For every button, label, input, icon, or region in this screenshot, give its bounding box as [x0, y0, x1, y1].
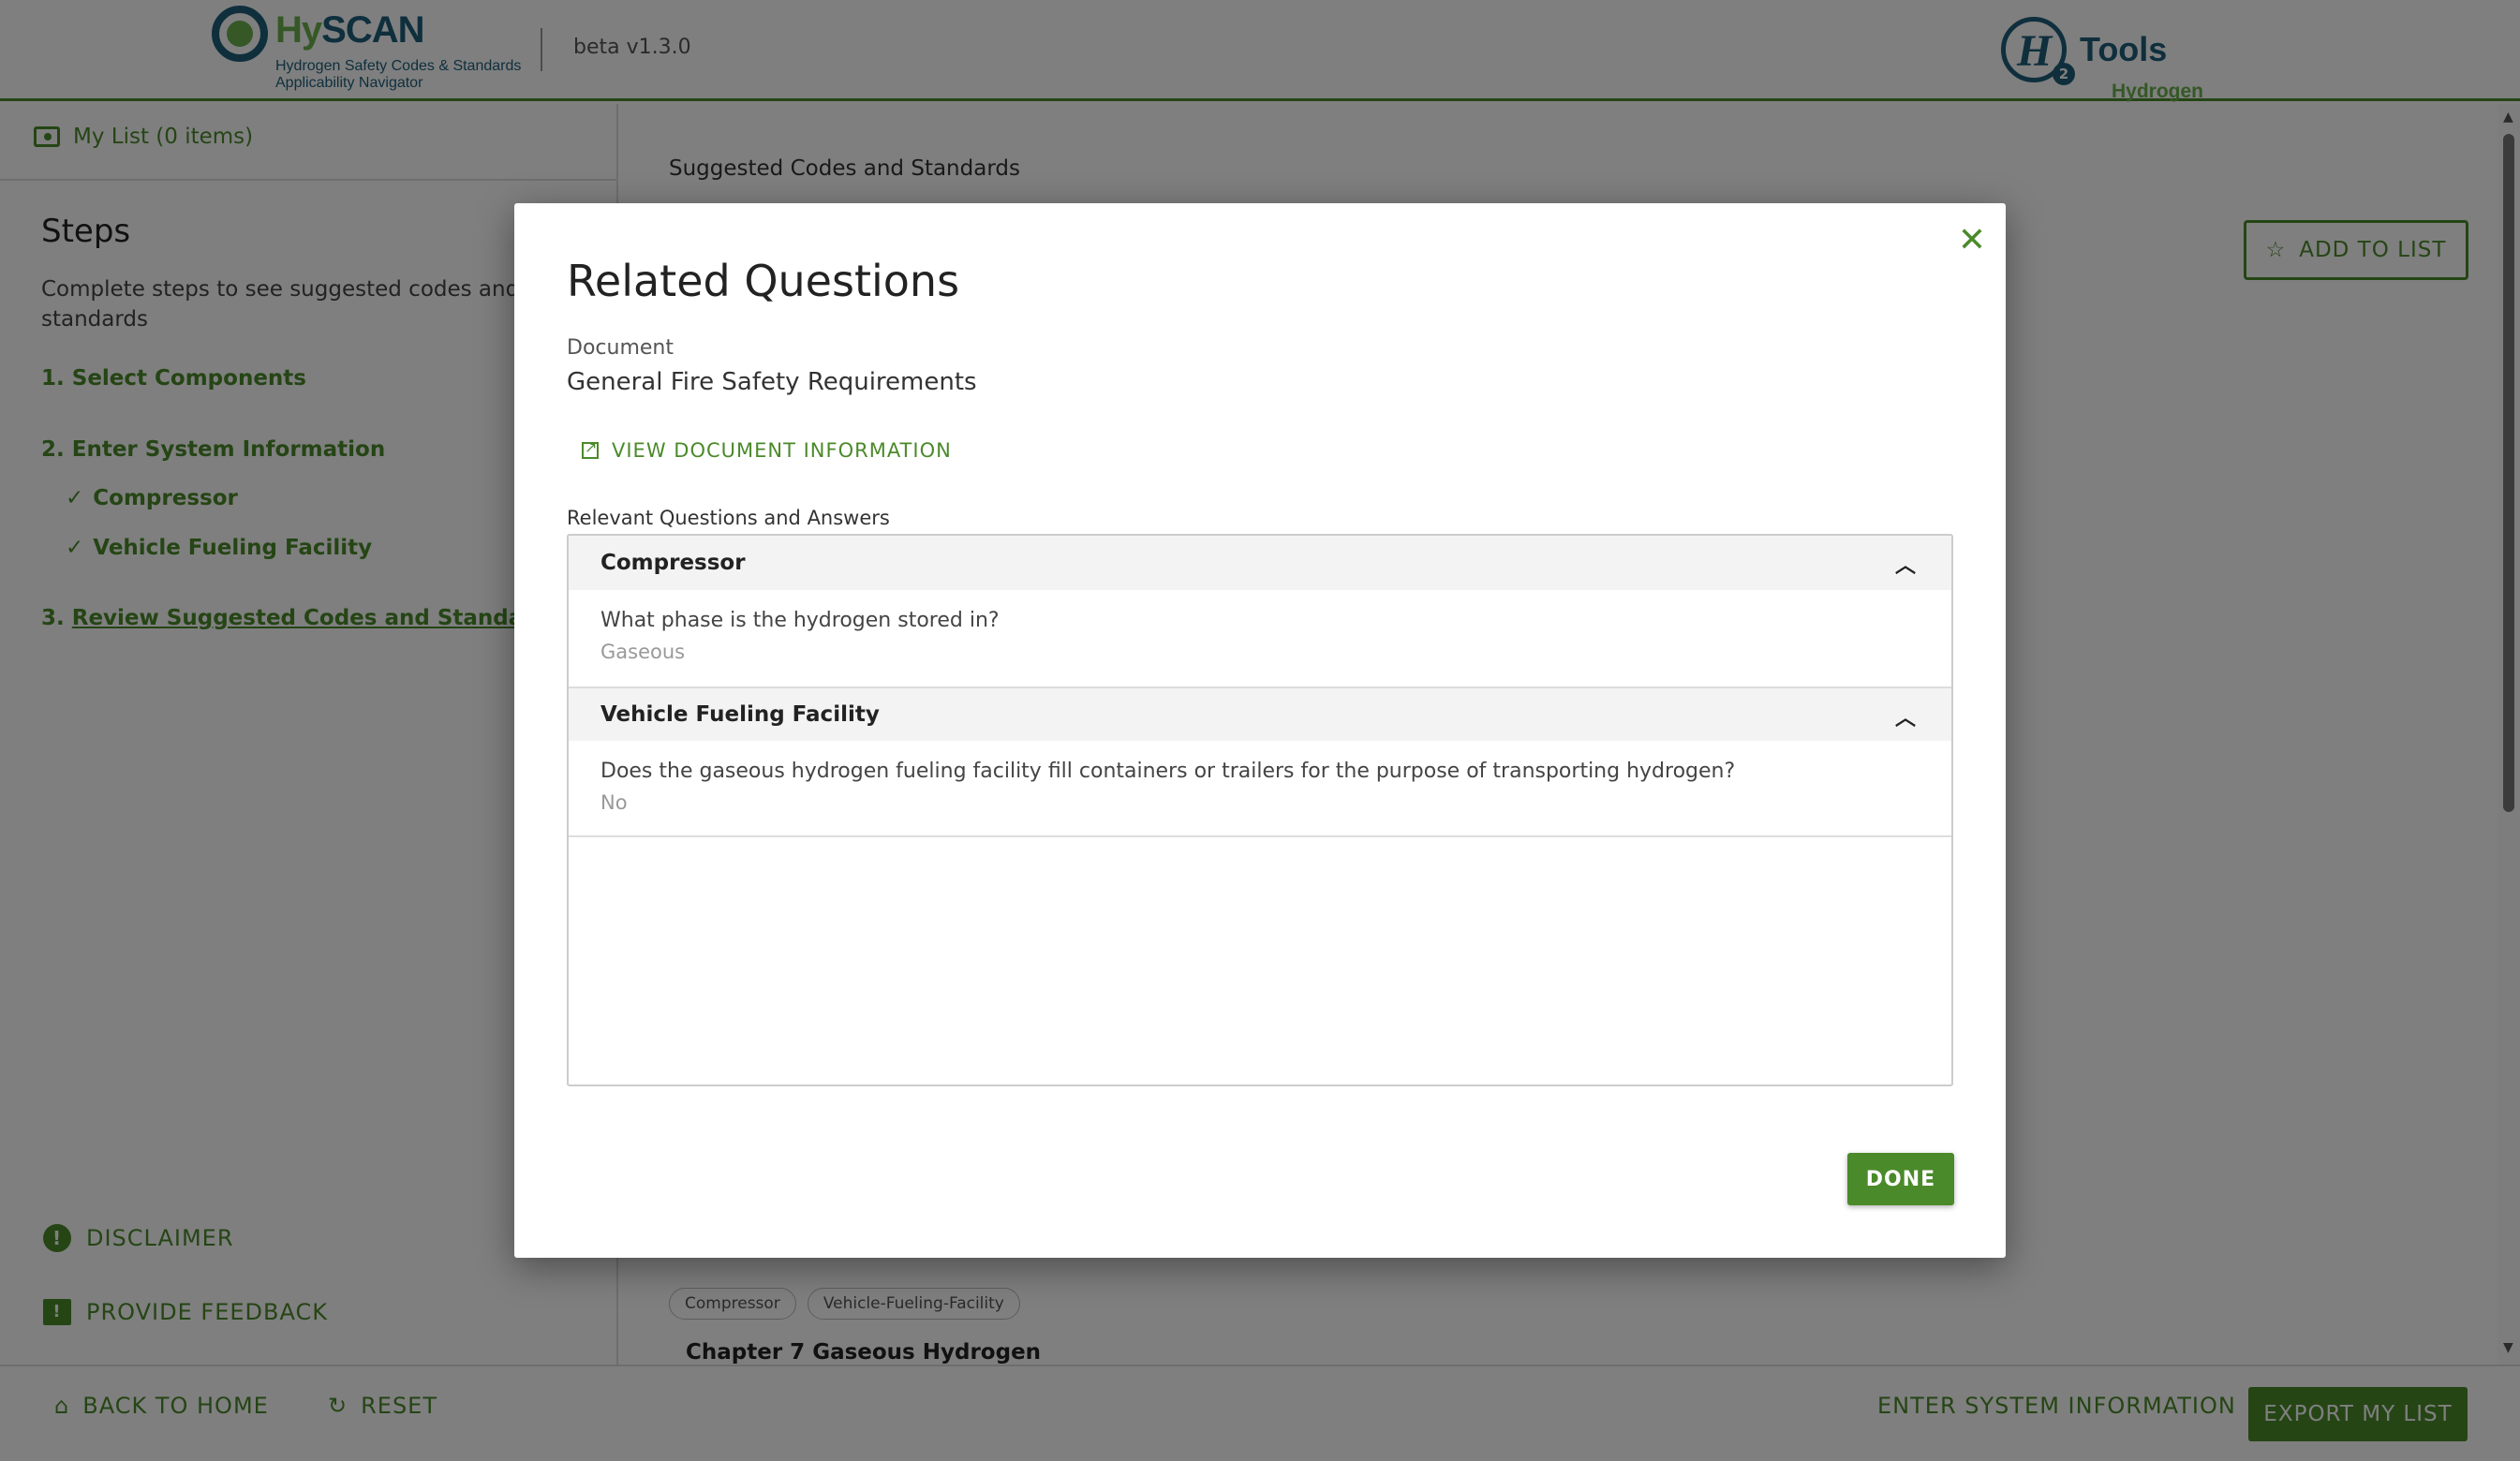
- question-text: What phase is the hydrogen stored in?: [600, 609, 1000, 632]
- view-document-info-link[interactable]: VIEW DOCUMENT INFORMATION: [582, 438, 952, 462]
- view-document-info-label: VIEW DOCUMENT INFORMATION: [612, 439, 952, 462]
- accordion-vehicle-fueling-title: Vehicle Fueling Facility: [600, 702, 880, 727]
- answer-text: No: [600, 791, 628, 814]
- accordion-vehicle-fueling[interactable]: Vehicle Fueling Facility ︿: [569, 686, 1951, 741]
- accordion-vehicle-fueling-body: Does the gaseous hydrogen fueling facili…: [569, 741, 1951, 837]
- done-button[interactable]: DONE: [1847, 1153, 1954, 1205]
- close-icon[interactable]: ✕: [1953, 222, 1991, 259]
- external-link-icon: [582, 438, 599, 459]
- accordion-compressor-body: What phase is the hydrogen stored in? Ga…: [569, 590, 1951, 686]
- document-label: Document: [567, 336, 674, 360]
- chevron-up-icon[interactable]: ︿: [1895, 549, 1916, 579]
- related-questions-modal: ✕ Related Questions Document General Fir…: [514, 203, 2006, 1258]
- chevron-up-icon[interactable]: ︿: [1895, 701, 1916, 731]
- relevant-qa-label: Relevant Questions and Answers: [567, 507, 890, 529]
- modal-title: Related Questions: [567, 256, 960, 306]
- answer-text: Gaseous: [600, 641, 686, 663]
- qa-list: Compressor ︿ What phase is the hydrogen …: [567, 534, 1953, 1086]
- accordion-compressor-title: Compressor: [600, 551, 746, 575]
- question-text: Does the gaseous hydrogen fueling facili…: [600, 760, 1736, 783]
- document-name: General Fire Safety Requirements: [567, 368, 977, 396]
- accordion-compressor[interactable]: Compressor ︿: [569, 536, 1951, 590]
